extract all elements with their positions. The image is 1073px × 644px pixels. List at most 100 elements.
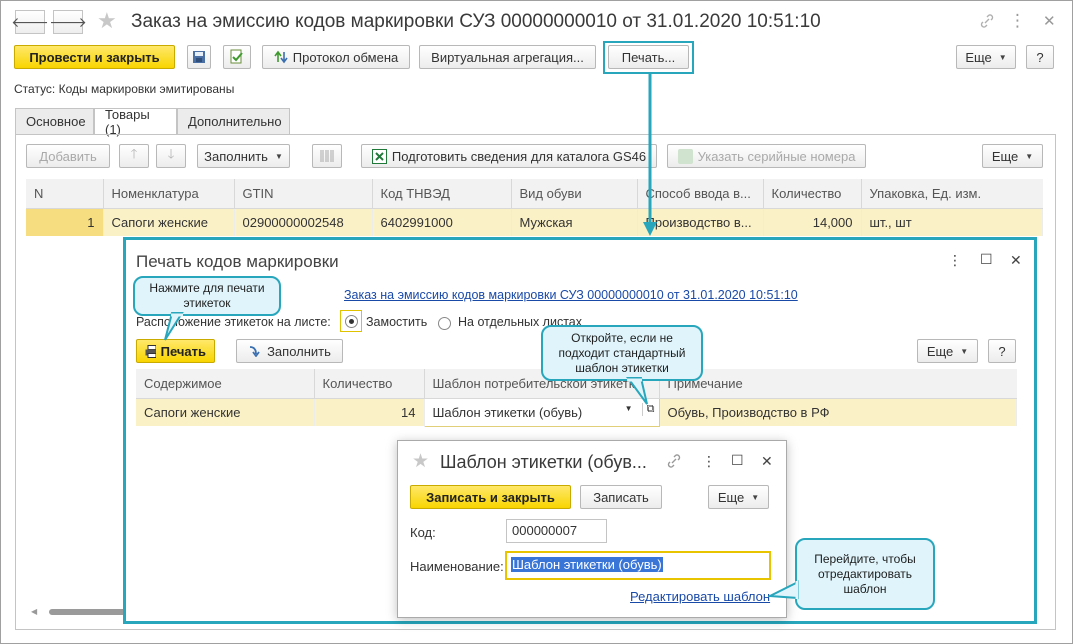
chevron-down-icon: ▼ [960,346,969,356]
prepare-gs46-button[interactable]: Подготовить сведения для каталога GS46 [361,144,657,168]
window-title: Заказ на эмиссию кодов маркировки СУЗ 00… [131,11,821,32]
horizontal-scrollbar[interactable] [49,609,129,615]
template-save-button[interactable]: Записать [580,485,662,509]
print-fill-button[interactable]: Заполнить [236,339,343,363]
save-button[interactable] [187,45,211,69]
exchange-arrows-icon [274,50,288,64]
favorite-star-icon[interactable]: ★ [412,450,429,473]
print-menu-button[interactable]: Печать... [608,45,689,69]
table-cell[interactable]: 14,000 [763,208,862,236]
more-label: Еще [965,49,992,65]
code-field[interactable]: 000000007 [506,519,607,543]
chevron-down-icon: ▼ [1025,151,1034,161]
radio-checked-icon [344,314,358,328]
table-cell[interactable]: Обувь, Производство в РФ [659,398,1017,426]
edit-template-link[interactable]: Редактировать шаблон [630,589,770,604]
table-row[interactable]: Сапоги женские 14 Шаблон этикетки (обувь… [136,397,1017,427]
table-cell[interactable]: 02900000002548 [234,208,373,236]
barcode-button[interactable] [312,144,342,168]
more-actions-icon[interactable]: ⋮ [948,252,962,269]
fill-arrow-icon [250,346,260,357]
table-cell[interactable]: Сапоги женские [103,208,235,236]
post-and-close-button[interactable]: Провести и закрыть [14,45,175,69]
post-document-button[interactable] [223,45,251,69]
goods-more-button[interactable]: Еще ▼ [982,144,1043,168]
print-more-button[interactable]: Еще ▼ [917,339,978,363]
template-more-button[interactable]: Еще ▼ [708,485,769,509]
link-icon[interactable] [979,13,995,29]
serial-numbers-button[interactable]: Указать серийные номера [667,144,866,168]
column-header[interactable]: N [26,179,104,209]
print-fill-label: Заполнить [267,343,331,359]
chevron-down-icon: ▼ [274,151,283,161]
close-icon[interactable]: ✕ [1043,12,1056,30]
chevron-down-icon: ▼ [998,52,1007,62]
save-and-close-button[interactable]: Записать и закрыть [410,485,571,509]
prepare-gs46-label: Подготовить сведения для каталога GS46 [391,148,647,164]
tab-main[interactable]: Основное [15,108,94,134]
table-header-row: N Номенклатура GTIN Код ТНВЭД Вид обуви … [26,179,1043,209]
fill-dropdown-button[interactable]: Заполнить ▼ [197,144,290,168]
column-header[interactable]: Содержимое [136,369,315,399]
add-row-button[interactable]: Добавить [26,144,110,168]
move-up-button[interactable]: 🡑 [119,144,149,168]
more-actions-icon[interactable]: ⋮ [702,453,716,470]
status-text: Статус: Коды маркировки эмитированы [14,82,235,96]
table-cell[interactable]: 1 [26,208,104,236]
tab-additional[interactable]: Дополнительно [177,108,290,134]
name-field-value: Шаблон этикетки (обувь) [511,557,663,572]
callout-pointer [768,580,799,600]
table-cell[interactable]: шт., шт [861,208,1043,236]
name-field[interactable]: Шаблон этикетки (обувь) [505,551,771,580]
column-header[interactable]: Количество [763,179,862,209]
exchange-protocol-button[interactable]: Протокол обмена [262,45,410,69]
goods-table: N Номенклатура GTIN Код ТНВЭД Вид обуви … [26,179,1043,236]
template-select-cell[interactable]: Шаблон этикетки (обувь) ▼ ⧉ [423,397,660,427]
connector-arrow [643,72,657,236]
template-more-label: Еще [717,489,745,505]
forward-button[interactable]: 🡒 [49,10,87,34]
print-button-label: Печать [160,343,206,359]
back-button[interactable]: 🡐 [11,10,49,34]
column-header[interactable]: Примечание [659,369,1017,399]
table-row[interactable]: 1 Сапоги женские 02900000002548 64029910… [26,208,1043,236]
favorite-star-icon[interactable]: ★ [97,8,117,34]
help-button[interactable]: ? [1026,45,1054,69]
name-label: Наименование: [410,559,504,574]
radio-separate[interactable] [438,317,451,331]
radio-tile[interactable] [340,310,362,332]
virtual-aggregation-button[interactable]: Виртуальная агрегация... [419,45,596,69]
column-header[interactable]: Номенклатура [103,179,235,209]
template-dialog: ★ Шаблон этикетки (обув... ⋮ ☐ ✕ Записат… [397,440,787,618]
scroll-left-icon[interactable]: ◀ [31,607,39,616]
table-cell[interactable]: 6402991000 [372,208,512,236]
print-help-button[interactable]: ? [988,339,1016,363]
arrow-left-icon: 🡐 [11,13,49,30]
link-icon[interactable] [666,453,682,469]
arrow-right-icon: 🡒 [49,13,87,30]
excel-icon [371,148,387,164]
callout-pointer [626,377,648,405]
document-check-icon [230,49,243,64]
option-tile-label: Замостить [366,315,428,329]
table-cell[interactable]: Сапоги женские [136,398,315,426]
serial-numbers-label: Указать серийные номера [697,148,856,164]
order-link[interactable]: Заказ на эмиссию кодов маркировки СУЗ 00… [344,288,798,302]
column-header[interactable]: GTIN [234,179,373,209]
column-header[interactable]: Вид обуви [511,179,638,209]
column-header[interactable]: Код ТНВЭД [372,179,512,209]
print-button[interactable]: Печать [136,339,215,363]
code-label: Код: [410,525,436,540]
column-header[interactable]: Количество [314,369,425,399]
table-cell[interactable]: 14 [314,398,425,426]
tab-goods[interactable]: Товары (1) [94,107,177,137]
maximize-icon[interactable]: ☐ [980,251,993,268]
move-down-button[interactable]: 🡓 [156,144,186,168]
maximize-icon[interactable]: ☐ [731,452,744,469]
column-header[interactable]: Упаковка, Ед. изм. [861,179,1043,209]
more-actions-icon[interactable]: ⋮ [1009,11,1026,31]
close-icon[interactable]: ✕ [1010,252,1022,269]
more-button[interactable]: Еще ▼ [956,45,1016,69]
close-icon[interactable]: ✕ [761,453,773,470]
table-cell[interactable]: Мужская [511,208,638,236]
